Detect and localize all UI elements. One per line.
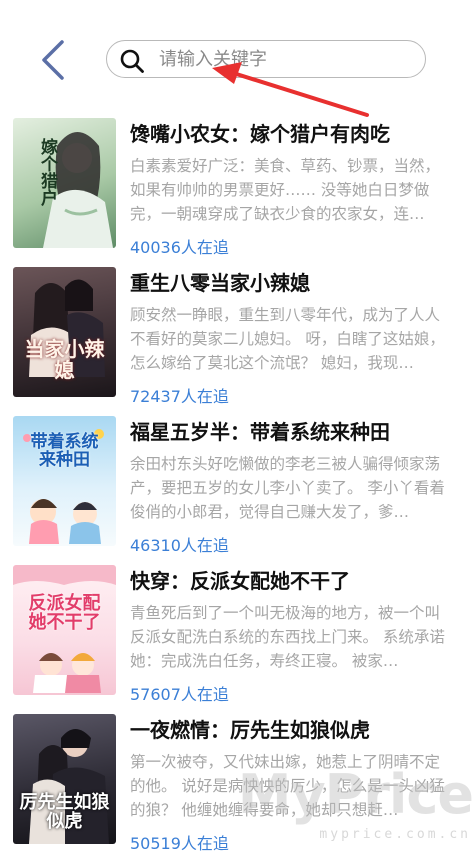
cover-title: 厉先生如狼似虎 [19, 792, 110, 832]
cover-title: 反派女配她不干了 [28, 593, 101, 633]
book-title: 一夜燃情：厉先生如狼似虎 [130, 718, 370, 742]
book-cover: 当家小辣媳 [13, 267, 116, 397]
book-description: 青鱼死后到了一个叫无极海的地方，被一个叫反派女配洗白系统的东西找上门来。 系统承… [130, 604, 445, 670]
book-cover: 嫁个猎户 [13, 118, 116, 248]
cover-title: 带着系统来种田 [30, 432, 99, 470]
search-input[interactable] [159, 45, 409, 73]
reader-count: 46310人在追 [130, 536, 229, 555]
chevron-left-icon [42, 40, 64, 80]
book-cover: 反派女配她不干了 [13, 565, 116, 695]
book-title: 快穿：反派女配她不干了 [130, 569, 350, 593]
back-button[interactable] [36, 38, 76, 82]
book-title: 馋嘴小农女：嫁个猎户有肉吃 [130, 122, 390, 146]
book-title: 重生八零当家小辣媳 [130, 271, 310, 295]
cover-title: 当家小辣媳 [24, 337, 105, 382]
list-item[interactable]: 当家小辣媳 重生八零当家小辣媳 顾安然一睁眼，重生到八零年代，成为了人人不看好的… [0, 259, 475, 408]
search-box[interactable] [106, 40, 426, 78]
book-description: 白素素爱好广泛：美食、草药、钞票，当然，如果有帅帅的男票更好…… 没等她白日梦做… [130, 157, 441, 223]
book-cover: 厉先生如狼似虎 [13, 714, 116, 844]
book-cover: 带着系统来种田 [13, 416, 116, 546]
reader-count: 50519人在追 [130, 834, 229, 853]
book-description: 顾安然一睁眼，重生到八零年代，成为了人人不看好的莫家二儿媳妇。 呀，白瞎了这姑娘… [130, 306, 445, 372]
list-item[interactable]: 嫁个猎户 馋嘴小农女：嫁个猎户有肉吃 白素素爱好广泛：美食、草药、钞票，当然，如… [0, 110, 475, 259]
book-description: 第一次被夺，又代妹出嫁，她惹上了阴晴不定的他。 说好是病怏怏的厉少，怎么是一头凶… [130, 753, 445, 819]
reader-count: 72437人在追 [130, 387, 229, 406]
list-item[interactable]: 反派女配她不干了 快穿：反派女配她不干了 青鱼死后到了一个叫无极海的地方，被一个… [0, 557, 475, 706]
list-item[interactable]: 厉先生如狼似虎 一夜燃情：厉先生如狼似虎 第一次被夺，又代妹出嫁，她惹上了阴晴不… [0, 706, 475, 855]
reader-count: 57607人在追 [130, 685, 229, 704]
book-title: 福星五岁半：带着系统来种田 [130, 420, 390, 444]
book-list: 嫁个猎户 馋嘴小农女：嫁个猎户有肉吃 白素素爱好广泛：美食、草药、钞票，当然，如… [0, 110, 475, 855]
list-item[interactable]: 带着系统来种田 福星五岁半：带着系统来种田 余田村东头好吃懒做的李老三被人骗得倾… [0, 408, 475, 557]
cover-title: 嫁个猎户 [37, 138, 57, 206]
book-description: 余田村东头好吃懒做的李老三被人骗得倾家荡产，要把五岁的女儿李小丫卖了。 李小丫看… [130, 455, 445, 521]
search-icon [120, 49, 144, 73]
reader-count: 40036人在追 [130, 238, 229, 257]
header-bar [0, 0, 475, 110]
